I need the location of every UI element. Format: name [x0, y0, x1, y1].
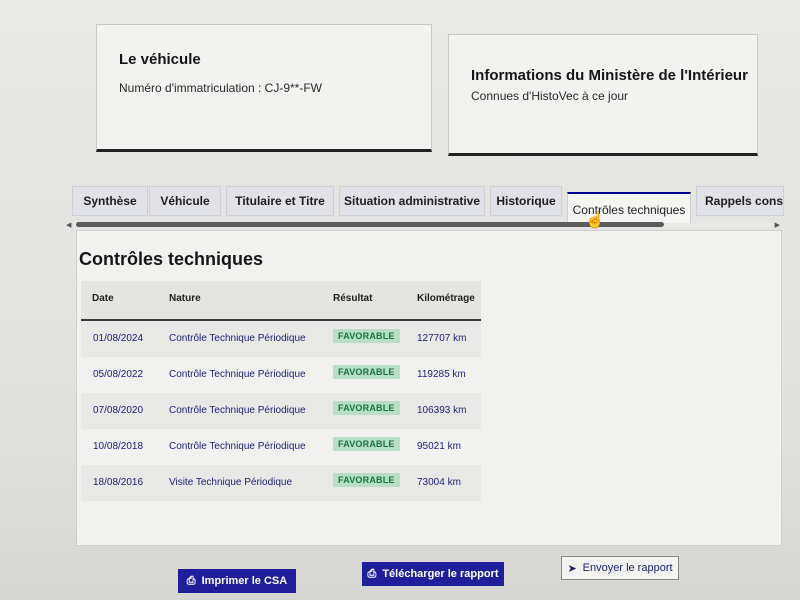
result-badge: FAVORABLE	[333, 401, 400, 415]
tab-titulaire-titre[interactable]: Titulaire et Titre	[226, 186, 334, 216]
table-header: Date Nature Résultat Kilométrage	[81, 281, 481, 321]
result-badge: FAVORABLE	[333, 329, 400, 343]
panel-title: Contrôles techniques	[79, 249, 264, 269]
vehicle-card: Le véhicule Numéro d'immatriculation : C…	[96, 24, 432, 152]
tab-bar: Synthèse Véhicule Titulaire et Titre Sit…	[72, 186, 784, 226]
row-mileage: 73004 km	[417, 477, 461, 488]
send-report-label: Envoyer le rapport	[582, 562, 673, 574]
row-date: 01/08/2024	[93, 333, 144, 344]
result-badge: FAVORABLE	[333, 437, 400, 451]
browser-viewport: Le véhicule Numéro d'immatriculation : C…	[0, 0, 800, 600]
row-nature: Contrôle Technique Périodique	[169, 369, 306, 380]
tab-synthese[interactable]: Synthèse	[72, 186, 148, 216]
row-mileage: 95021 km	[417, 441, 461, 452]
result-badge: FAVORABLE	[333, 365, 400, 379]
ministry-card-title: Informations du Ministère de l'Intérieur	[471, 67, 748, 84]
download-report-button[interactable]: ⎙ Télécharger le rapport	[362, 562, 504, 586]
printer-icon: ⎙	[367, 567, 377, 580]
table-row: 05/08/2022 Contrôle Technique Périodique…	[81, 357, 481, 393]
inspections-table: Date Nature Résultat Kilométrage 01/08/2…	[81, 281, 481, 501]
vehicle-card-title: Le véhicule	[119, 51, 201, 68]
tab-situation-administrative[interactable]: Situation administrative	[339, 186, 485, 216]
tab-rappels-constructeur[interactable]: Rappels constru	[696, 186, 784, 216]
row-nature: Contrôle Technique Périodique	[169, 405, 306, 416]
header-mileage: Kilométrage	[417, 293, 475, 304]
ministry-card-subtitle: Connues d'HistoVec à ce jour	[471, 89, 629, 103]
row-mileage: 106393 km	[417, 405, 467, 416]
table-row: 07/08/2020 Contrôle Technique Périodique…	[81, 393, 481, 429]
table-row: 10/08/2018 Contrôle Technique Périodique…	[81, 429, 481, 465]
scroll-thumb[interactable]	[76, 222, 664, 227]
registration-number: Numéro d'immatriculation : CJ-9**-FW	[119, 81, 322, 95]
ministry-card: Informations du Ministère de l'Intérieur…	[448, 34, 758, 156]
row-date: 18/08/2016	[93, 477, 144, 488]
row-mileage: 119285 km	[417, 369, 466, 380]
row-nature: Visite Technique Périodique	[169, 477, 293, 488]
row-nature: Contrôle Technique Périodique	[169, 333, 306, 344]
tab-scrollbar[interactable]: ◀ ▶	[66, 221, 780, 229]
result-badge: FAVORABLE	[333, 473, 400, 487]
print-csa-label: Imprimer le CSA	[201, 575, 288, 587]
tab-vehicule[interactable]: Véhicule	[149, 186, 221, 216]
download-report-label: Télécharger le rapport	[382, 568, 499, 580]
printer-icon: ⎙	[186, 574, 196, 587]
header-result: Résultat	[333, 293, 373, 304]
header-nature: Nature	[169, 293, 201, 304]
row-date: 07/08/2020	[93, 405, 144, 416]
scroll-right-icon[interactable]: ▶	[775, 221, 780, 229]
row-date: 05/08/2022	[93, 369, 144, 380]
paper-plane-icon: ➤	[567, 562, 577, 575]
header-date: Date	[92, 293, 114, 304]
table-row: 18/08/2016 Visite Technique Périodique F…	[81, 465, 481, 501]
scroll-left-icon[interactable]: ◀	[66, 221, 71, 229]
row-nature: Contrôle Technique Périodique	[169, 441, 306, 452]
technical-inspections-panel: Contrôles techniques Date Nature Résulta…	[76, 230, 782, 546]
tab-historique[interactable]: Historique	[490, 186, 562, 216]
row-mileage: 127707 km	[417, 333, 467, 344]
send-report-button[interactable]: ➤ Envoyer le rapport	[561, 556, 679, 580]
print-csa-button[interactable]: ⎙ Imprimer le CSA	[178, 569, 296, 593]
hand-pointer-icon: ☝	[585, 212, 605, 229]
row-date: 10/08/2018	[93, 441, 144, 452]
table-row: 01/08/2024 Contrôle Technique Périodique…	[81, 321, 481, 357]
